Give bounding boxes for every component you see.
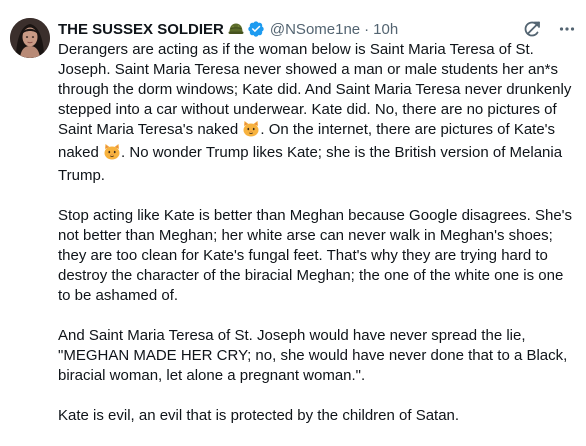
grok-icon[interactable]	[522, 19, 542, 39]
tweet-text: Derangers are acting as if the woman bel…	[58, 40, 574, 446]
separator-dot: ·	[364, 20, 370, 38]
tweet-text-segment: . No wonder Trump likes Kate; she is the…	[58, 144, 563, 184]
avatar[interactable]	[10, 18, 50, 58]
tweet-paragraph-4: Kate is evil, an evil that is protected …	[58, 407, 460, 424]
verified-badge-icon[interactable]	[247, 20, 265, 38]
timestamp[interactable]: 10h	[373, 21, 398, 38]
tweet-header: THE SUSSEX SOLDIER @NSome1ne · 10h	[58, 19, 576, 39]
military-helmet-icon	[228, 21, 244, 37]
tweet-paragraph-3: And Saint Maria Teresa of St. Joseph wou…	[58, 327, 568, 384]
tweet-paragraph-1: Derangers are acting as if the woman bel…	[58, 40, 574, 186]
cat-face-icon	[242, 120, 260, 143]
more-horizontal-icon[interactable]	[558, 20, 576, 38]
tweet-paragraph-2: Stop acting like Kate is better than Meg…	[58, 207, 573, 304]
author-display-name[interactable]: THE SUSSEX SOLDIER	[58, 21, 224, 38]
avatar-image	[10, 18, 50, 58]
header-actions	[522, 19, 576, 39]
author-handle[interactable]: @NSome1ne	[270, 21, 360, 38]
tweet: THE SUSSEX SOLDIER @NSome1ne · 10h Deran…	[0, 0, 586, 431]
cat-face-icon	[103, 143, 121, 166]
